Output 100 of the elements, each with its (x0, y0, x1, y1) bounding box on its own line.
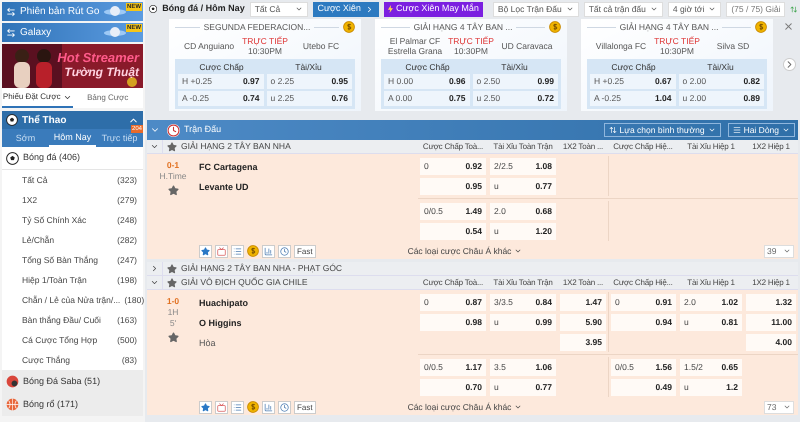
league-header[interactable]: GIẢI HẠNG 2 TÂY BAN NHA - PHẠT GÓC (147, 262, 798, 276)
odds-button[interactable]: 1.32 (746, 294, 796, 310)
favorite-star-icon[interactable] (168, 185, 178, 196)
clock-icon[interactable] (278, 244, 291, 258)
sport-item[interactable]: Bóng Đá Saba (51) (2, 370, 143, 393)
odds-button[interactable]: o 2.50 0.99 (472, 74, 558, 89)
expand-icon[interactable] (150, 264, 159, 273)
list-icon[interactable] (231, 244, 244, 258)
odds-button[interactable]: A -0.25 0.74 (178, 91, 264, 106)
market-filter-item[interactable]: Lẻ/Chẵn (282) (2, 230, 143, 250)
fast-button[interactable]: Fast (294, 244, 316, 258)
tv-icon[interactable] (215, 244, 228, 258)
coin-icon[interactable] (549, 21, 562, 33)
odds-button[interactable]: 0 0.92 (420, 158, 486, 174)
odds-button[interactable]: 0.94 (611, 314, 676, 330)
view-option-select[interactable]: Lựa chọn bình thường (604, 123, 721, 137)
odds-button[interactable]: 0 0.91 (611, 294, 676, 310)
odds-button[interactable]: H +0.25 0.97 (178, 74, 264, 89)
stats-icon[interactable] (262, 400, 275, 414)
timer-icon (167, 124, 180, 136)
odds-button[interactable]: 0/0.5 1.56 (611, 358, 676, 376)
lucky-parlay-button[interactable]: Cược Xiên May Mắn (384, 2, 483, 16)
coin-icon[interactable] (343, 21, 355, 33)
fast-button[interactable]: Fast (294, 400, 316, 414)
odds-button[interactable]: u 1.20 (490, 222, 556, 240)
odds-button[interactable]: 0.98 (420, 314, 486, 330)
parlay-button[interactable]: Cược Xiên (312, 2, 379, 16)
odds-button[interactable]: H +0.25 0.67 (590, 74, 676, 89)
sort-icon[interactable] (790, 4, 798, 14)
market-select[interactable]: Tất Cả (250, 2, 308, 16)
odds-button[interactable]: u 2.25 0.76 (266, 91, 352, 106)
odds-button[interactable]: 0.70 (420, 378, 486, 396)
list-icon[interactable] (231, 400, 244, 414)
favorite-star-icon[interactable] (168, 332, 178, 343)
market-filter-item[interactable]: Cá Cược Tổng Hợp (500) (2, 330, 143, 350)
stats-icon[interactable] (262, 244, 275, 258)
market-count-select[interactable]: 39 (764, 244, 794, 258)
odds-button[interactable]: 1.47 (560, 294, 606, 310)
sport-item[interactable]: Bóng đá (406) (2, 147, 143, 170)
odds-button[interactable]: o 2.00 0.82 (678, 74, 764, 89)
clock-icon[interactable] (278, 400, 291, 414)
star-icon[interactable] (167, 278, 177, 288)
odds-button[interactable]: 3.95 (560, 334, 606, 350)
star-icon[interactable] (167, 142, 177, 152)
odds-button[interactable]: A 0.00 0.75 (384, 91, 470, 106)
coin-icon[interactable] (247, 245, 259, 257)
close-icon[interactable] (783, 21, 794, 32)
collapse-icon[interactable] (150, 278, 159, 287)
market-filter-item[interactable]: Hiệp 1/Toàn Trận (198) (2, 270, 143, 290)
odds-button[interactable]: u 2.00 0.89 (678, 91, 764, 106)
market-filter-item[interactable]: Tỷ Số Chính Xác (248) (2, 210, 143, 230)
market-filter-item[interactable]: Chẵn / Lẻ của Nửa trận/... (180) (2, 290, 143, 310)
odds-button[interactable]: 3.5 1.06 (490, 358, 556, 376)
odds-button[interactable]: A -0.25 1.04 (590, 91, 676, 106)
view-option-select[interactable]: Hai Dòng (728, 123, 795, 137)
filter-dropdown[interactable]: Bộ Lọc Trận Đấu (492, 2, 579, 16)
odds-button[interactable]: u 0.99 (490, 314, 556, 330)
sport-item[interactable]: Bóng rổ (171) (2, 393, 143, 416)
filter-dropdown[interactable]: Tất cả trận đấu (584, 2, 663, 16)
odds-button[interactable]: 1.5/2 0.65 (680, 358, 742, 376)
odds-button[interactable]: u 2.50 0.72 (472, 91, 558, 106)
odds-button[interactable]: o 2.25 0.95 (266, 74, 352, 89)
market-filter-item[interactable]: Cược Thắng (83) (2, 350, 143, 370)
league-header[interactable]: GIẢI HẠNG 2 TÂY BAN NHA Cược Chấp Toà... Tài Xỉu Toàn Trận 1X2 Toàn ... Cược Chấp Hiệ... Tài Xỉu Hiệp 1 1X2 Hiệp 1 (147, 140, 798, 154)
star-icon[interactable] (167, 264, 177, 274)
market-count-select[interactable]: 73 (764, 400, 794, 414)
odds-button[interactable]: 0.49 (611, 378, 676, 396)
bet-slip-tab[interactable]: Bảng Cược (72, 88, 143, 108)
filter-dropdown[interactable]: 4 giờ tới (668, 2, 722, 16)
market-filter-item[interactable]: Tổng Số Bàn Thắng (247) (2, 250, 143, 270)
league-count[interactable]: (75 / 75) Giải (726, 2, 786, 16)
odds-button[interactable]: 3/3.5 0.84 (490, 294, 556, 310)
odds-button[interactable]: 2/2.5 1.08 (490, 158, 556, 174)
odds-button[interactable]: 0 0.87 (420, 294, 486, 310)
odds-button[interactable]: 4.00 (746, 334, 796, 350)
odds-button[interactable]: 0.54 (420, 222, 486, 240)
favorite-icon[interactable] (199, 400, 212, 414)
column-header: 1X2 Hiệp 1 (751, 140, 791, 152)
coin-icon[interactable] (247, 401, 259, 413)
market-filter-item[interactable]: Bàn thắng Đầu/ Cuối (163) (2, 310, 143, 330)
market-filter-item[interactable]: 1X2 (279) (2, 190, 143, 210)
coin-icon[interactable] (755, 21, 768, 33)
league-header[interactable]: GIẢI VÔ ĐỊCH QUỐC GIA CHILE Cược Chấp Toà... Tài Xỉu Toàn Trận 1X2 Toàn ... Cược Chấp Hiệ... Tài Xỉu Hiệp 1 1X2 Hiệp 1 (147, 276, 798, 290)
odds-button[interactable]: u 1.2 (680, 378, 742, 396)
odds-button[interactable]: 0/0.5 1.49 (420, 202, 486, 220)
odds-button[interactable]: 5.90 (560, 314, 606, 330)
bet-slip-tab[interactable]: Phiếu Đặt Cược (2, 88, 72, 108)
odds-button[interactable]: 2.0 1.02 (680, 294, 742, 310)
market-filter-item[interactable]: Tất Cả (323) (2, 170, 143, 190)
odds-button[interactable]: 2.0 0.68 (490, 202, 556, 220)
tv-icon[interactable] (215, 400, 228, 414)
odds-button[interactable]: 11.00 (746, 314, 796, 330)
odds-button[interactable]: 0/0.5 1.17 (420, 358, 486, 376)
odds-button[interactable]: H 0.00 0.96 (384, 74, 470, 89)
favorite-icon[interactable] (199, 244, 212, 258)
odds-button[interactable]: 0.95 (420, 178, 486, 194)
odds-button[interactable]: u 0.81 (680, 314, 742, 330)
odds-button[interactable]: u 0.77 (490, 378, 556, 396)
chevron-down-icon (708, 126, 716, 134)
odds-button[interactable]: u 0.77 (490, 178, 556, 194)
